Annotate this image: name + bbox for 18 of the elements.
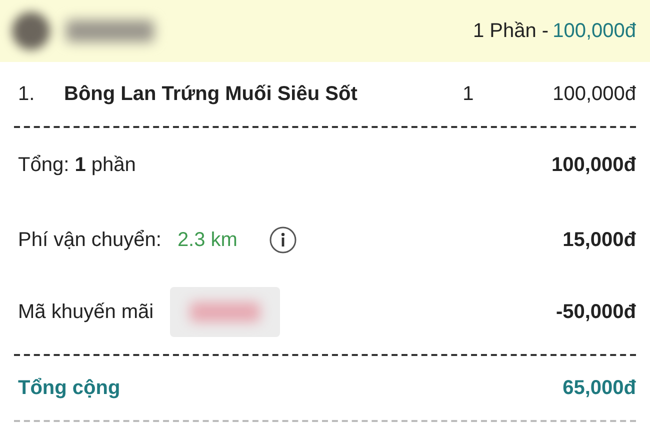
promo-value: -50,000đ [556, 300, 636, 325]
item-name: Bông Lan Trứng Muối Siêu Sốt [64, 82, 358, 107]
portion-count: 1 Phần - [472, 19, 549, 44]
promo-label: Mã khuyến mãi [18, 300, 154, 325]
subtotal-label: Tổng: 1 phần [18, 153, 136, 178]
item-quantity: 1 [462, 82, 475, 107]
header-price: 100,000đ [552, 19, 636, 44]
subtotal-value: 100,000đ [551, 153, 636, 178]
item-index: 1. [18, 82, 36, 107]
item-price: 100,000đ [552, 82, 636, 107]
promo-code-field[interactable] [170, 287, 280, 337]
info-icon[interactable] [269, 226, 298, 254]
shipping-value: 15,000đ [562, 228, 636, 253]
avatar [12, 12, 50, 50]
total-label: Tổng cộng [18, 376, 120, 401]
distance-text: 2.3 km [177, 228, 238, 253]
shipping-label: Phí vận chuyển: [18, 228, 162, 253]
total-value: 65,000đ [562, 376, 636, 401]
